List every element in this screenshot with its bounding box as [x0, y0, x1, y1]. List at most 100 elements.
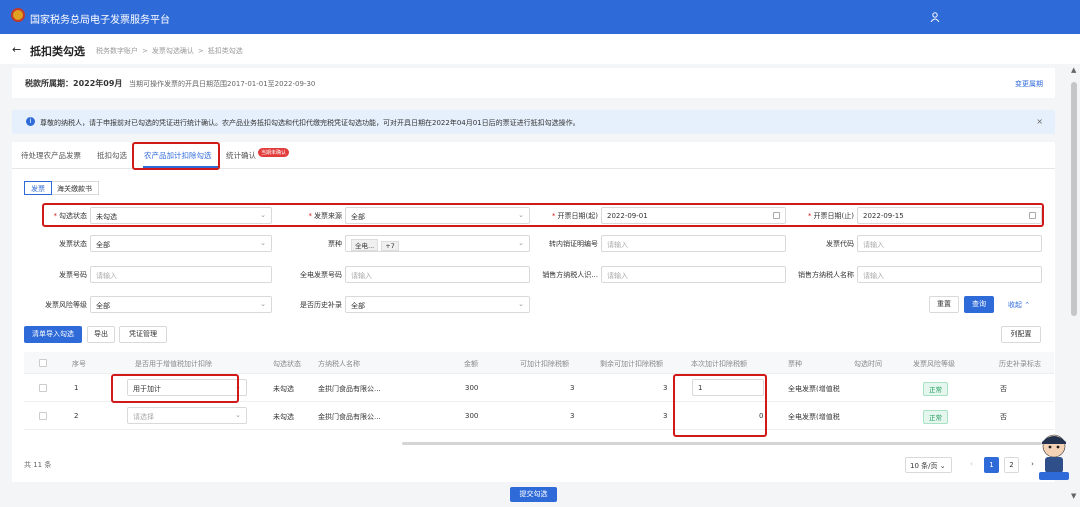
- history-label: 是否历史补录: [300, 301, 342, 309]
- status-select[interactable]: 未勾选 ⌄: [90, 207, 272, 224]
- seller-name-label: 销售方纳税人名称: [798, 271, 854, 279]
- remaining-tax: 3: [663, 412, 668, 420]
- tax-emblem-icon: [11, 8, 25, 22]
- notice-banner: i 尊敬的纳税人，请于申报前对已勾选的凭证进行统计确认。农产品业务抵扣勾选和代扣…: [12, 110, 1055, 134]
- seller-id-label: 销售方纳税人识...: [542, 271, 598, 279]
- transfer-cert-input[interactable]: 请输入: [601, 235, 786, 252]
- seller-name: 金拱门食品有限公...: [318, 385, 381, 393]
- column-header: 是否用于增值税加计扣除: [135, 360, 212, 368]
- top-bar: 国家税务总局电子发票服务平台: [0, 0, 1080, 34]
- chevron-down-icon: ⌄: [260, 300, 266, 308]
- history-flag: 否: [1000, 385, 1007, 393]
- highlight-box: [111, 374, 239, 403]
- selected-tag: 全电...: [351, 239, 379, 251]
- page-title: 抵扣类勾选: [30, 45, 85, 58]
- vertical-scrollbar[interactable]: [1071, 82, 1077, 316]
- column-header: 本次加计扣除税额: [691, 360, 747, 368]
- scroll-down-icon[interactable]: ▼: [1071, 492, 1076, 500]
- history-flag: 否: [1000, 413, 1007, 421]
- tab-deduction-select[interactable]: 抵扣勾选: [97, 150, 127, 161]
- invoice-code-input[interactable]: 请输入: [857, 235, 1042, 252]
- user-icon[interactable]: [930, 12, 940, 22]
- close-icon[interactable]: ×: [1036, 117, 1043, 126]
- history-select[interactable]: 全部 ⌄: [345, 296, 530, 313]
- invoice-type: 全电发票(增值税: [788, 413, 840, 421]
- import-select-button[interactable]: 清单导入勾选: [24, 326, 82, 343]
- calendar-icon: [1029, 212, 1036, 219]
- subtab-invoice[interactable]: 发票: [24, 181, 52, 195]
- prev-page-icon[interactable]: ‹: [964, 457, 979, 473]
- tab-pending-agri-invoices[interactable]: 待处理农产品发票: [21, 150, 81, 161]
- column-header: 金额: [464, 360, 478, 368]
- amount: 300: [465, 384, 479, 392]
- more-tags: +7: [381, 241, 399, 251]
- seller-name-input[interactable]: 请输入: [857, 266, 1042, 283]
- date-end-field[interactable]: 2022-09-15: [857, 207, 1042, 224]
- breadcrumb-separator: >: [142, 47, 148, 55]
- invoice-status-select[interactable]: 全部 ⌄: [90, 235, 272, 252]
- full-invoice-number-input[interactable]: 请输入: [345, 266, 530, 283]
- export-button[interactable]: 导出: [87, 326, 115, 343]
- invoice-number-label: 发票号码: [59, 271, 87, 279]
- submit-selection-button[interactable]: 提交勾选: [510, 487, 557, 502]
- risk-level-select[interactable]: 全部 ⌄: [90, 296, 272, 313]
- tax-period-description: 当期可操作发票的开具日期范围2017-01-01至2022-09-30: [129, 80, 316, 88]
- chevron-down-icon: ⌄: [518, 239, 524, 247]
- column-config-button[interactable]: 列配置: [1001, 326, 1041, 343]
- invoice-type-select[interactable]: 全电... +7 ⌄: [345, 235, 530, 252]
- tax-assistant-mascot-icon[interactable]: [1036, 432, 1072, 482]
- horizontal-scrollbar[interactable]: [402, 442, 1042, 445]
- chevron-down-icon: ⌄: [260, 239, 266, 247]
- breadcrumb-item[interactable]: 发票勾选确认: [152, 47, 194, 55]
- page-size-select[interactable]: 10 条/页 ⌄: [905, 457, 952, 473]
- change-period-link[interactable]: 变更属期: [1015, 79, 1043, 89]
- invoice-number-input[interactable]: 请输入: [90, 266, 272, 283]
- date-start-field[interactable]: 2022-09-01: [601, 207, 786, 224]
- row-checkbox[interactable]: [39, 412, 47, 420]
- page-1[interactable]: 1: [984, 457, 999, 473]
- date-start-label: * 开票日期(起): [552, 212, 598, 220]
- select-all-checkbox[interactable]: [39, 359, 47, 367]
- column-header: 剩余可加计扣除税额: [600, 360, 663, 368]
- notice-text: 尊敬的纳税人，请于申报前对已勾选的凭证进行统计确认。农产品业务抵扣勾选和代扣代缴…: [40, 119, 580, 127]
- column-header: 可加计扣除税额: [520, 360, 569, 368]
- date-end-label: * 开票日期(止): [808, 212, 854, 220]
- total-count: 共 11 条: [24, 461, 52, 469]
- source-label: * 发票来源: [308, 212, 343, 220]
- column-header: 历史补录标志: [999, 360, 1041, 368]
- invoice-table: 序号 是否用于增值税加计扣除 勾选状态 方纳税人名称 金额 可加计扣除税额 剩余…: [24, 352, 1054, 454]
- breadcrumb-separator: >: [197, 47, 204, 55]
- row-index: 2: [74, 412, 79, 420]
- amount: 300: [465, 412, 479, 420]
- seller-id-input[interactable]: 请输入: [601, 266, 786, 283]
- chevron-down-icon: ⌄: [260, 211, 266, 219]
- invoice-type: 全电发票(增值税: [788, 385, 840, 393]
- tab-statistics-confirm[interactable]: 统计确认: [226, 150, 256, 161]
- breadcrumb-item: 抵扣类勾选: [207, 47, 243, 55]
- reset-button[interactable]: 重置: [929, 296, 959, 313]
- scroll-up-icon[interactable]: ▲: [1071, 66, 1076, 74]
- column-header: 发票风险等级: [913, 360, 955, 368]
- highlight-box: [132, 142, 220, 170]
- page-2[interactable]: 2: [1004, 457, 1019, 473]
- remaining-tax: 3: [663, 384, 668, 392]
- main-panel: 待处理农产品发票 抵扣勾选 农产品加计扣除勾选 统计确认 当期未确认 发票 海关…: [12, 142, 1055, 482]
- source-select[interactable]: 全部 ⌄: [345, 207, 530, 224]
- query-button[interactable]: 查询: [964, 296, 994, 313]
- chevron-down-icon: ⌄: [939, 462, 946, 470]
- breadcrumb-item[interactable]: 税务数字账户: [96, 47, 138, 55]
- table-header: 序号 是否用于增值税加计扣除 勾选状态 方纳税人名称 金额 可加计扣除税额 剩余…: [24, 352, 1054, 374]
- column-header: 勾选时间: [854, 360, 882, 368]
- column-header: 方纳税人名称: [318, 360, 360, 368]
- collapse-link[interactable]: 收起 ⌃: [1008, 300, 1030, 310]
- tax-period-panel: 税款所属期：2022年09月 当期可操作发票的开具日期范围2017-01-01至…: [12, 68, 1055, 98]
- full-invoice-number-label: 全电发票号码: [300, 271, 342, 279]
- voucher-manage-button[interactable]: 凭证管理: [119, 326, 167, 343]
- back-arrow-icon[interactable]: ←: [12, 43, 21, 56]
- subtab-customs-bill[interactable]: 海关缴款书: [51, 182, 98, 194]
- table-row: 2 请选择 ⌄ 未勾选 金拱门食品有限公... 300 3 3 0 全电发票(增值…: [24, 402, 1054, 430]
- use-deduction-select[interactable]: 请选择 ⌄: [127, 407, 247, 424]
- row-checkbox[interactable]: [39, 384, 47, 392]
- deductible-tax: 3: [570, 384, 575, 392]
- column-header: 序号: [72, 360, 86, 368]
